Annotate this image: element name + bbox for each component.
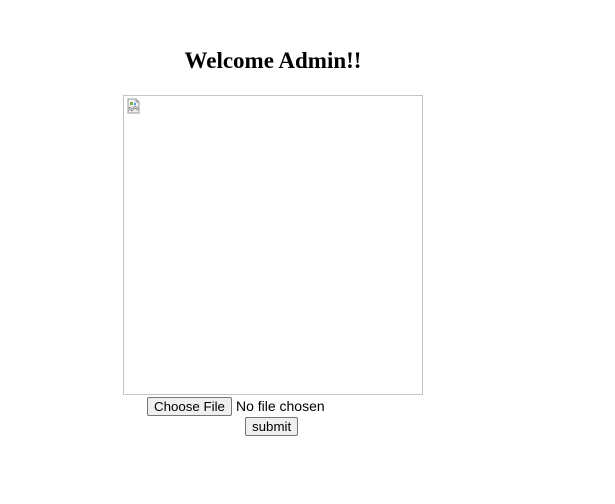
choose-file-button[interactable]: Choose File xyxy=(147,396,232,416)
admin-image xyxy=(123,95,423,395)
submit-button[interactable]: submit xyxy=(245,417,299,436)
file-upload-control[interactable]: Choose File No file chosen xyxy=(147,396,325,416)
broken-image-icon xyxy=(127,98,140,114)
file-status-text: No file chosen xyxy=(235,398,325,414)
page-title: Welcome Admin!! xyxy=(184,48,362,73)
